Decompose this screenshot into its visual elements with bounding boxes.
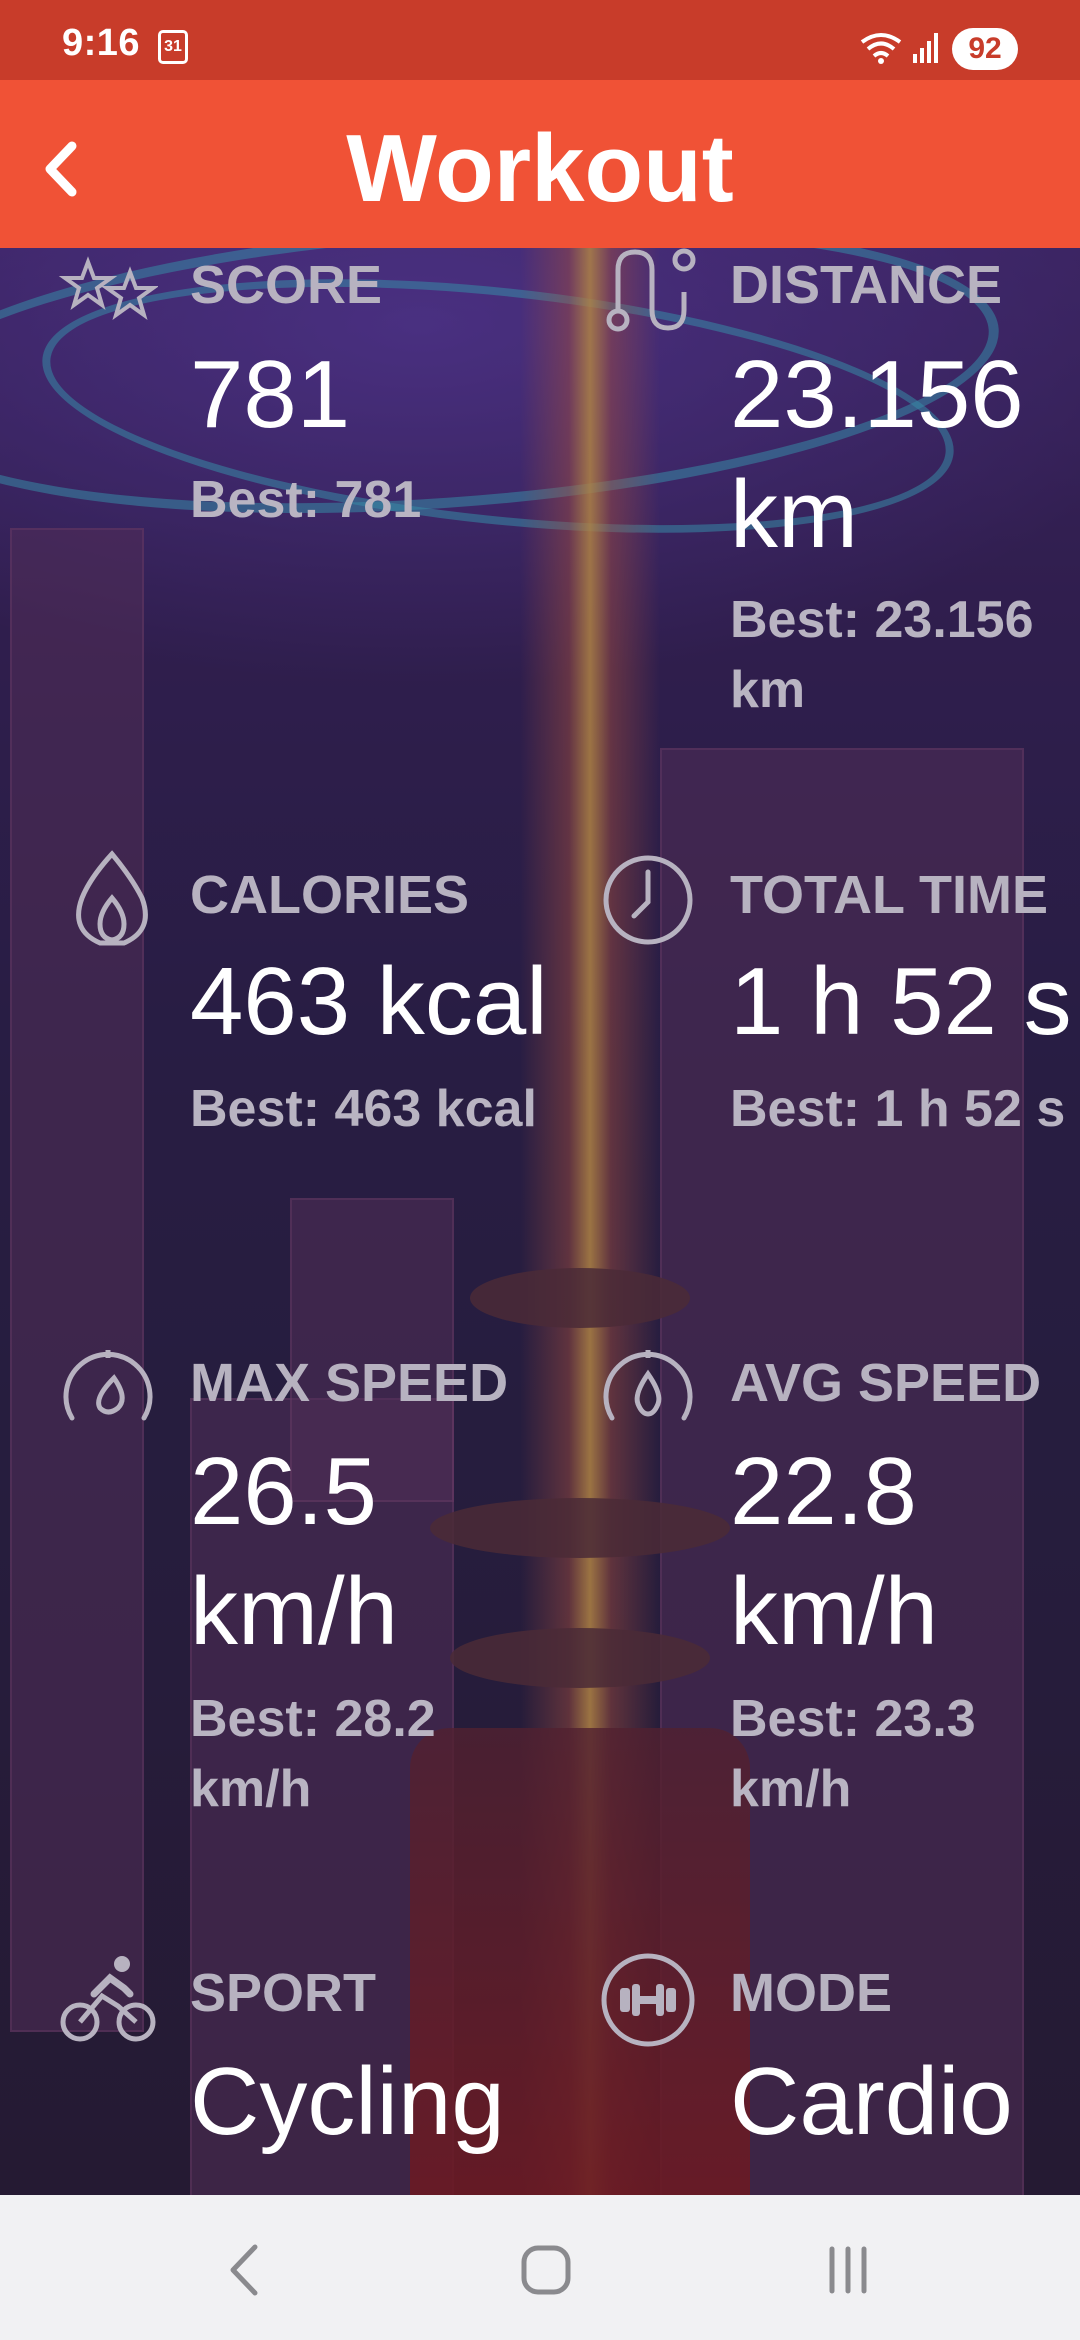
calories-label: CALORIES — [190, 865, 470, 925]
max-speed-value: 26.5 km/h — [190, 1438, 399, 1665]
nav-recents-icon[interactable] — [808, 2235, 888, 2305]
cyclist-icon — [60, 1956, 156, 2042]
distance-label: DISTANCE — [730, 255, 1003, 315]
nav-back-icon[interactable] — [205, 2235, 285, 2305]
dumbbell-icon — [601, 1953, 695, 2047]
status-time: 9:16 — [62, 22, 141, 64]
battery-badge: 92 — [952, 28, 1018, 70]
score-value: 781 — [190, 341, 351, 448]
total-time-label: TOTAL TIME — [730, 865, 1048, 925]
navigation-bar — [0, 2195, 1080, 2340]
page-title: Workout — [346, 115, 734, 222]
score-best: Best: 781 — [190, 471, 422, 529]
calories-best: Best: 463 kcal — [190, 1080, 537, 1138]
total-time-best: Best: 1 h 52 s — [730, 1080, 1066, 1138]
total-time-value: 1 h 52 s — [730, 948, 1072, 1055]
wifi-icon — [860, 33, 902, 64]
speedometer-drop-icon — [603, 1350, 693, 1421]
score-label: SCORE — [190, 255, 383, 315]
avg-speed-value: 22.8 km/h — [730, 1438, 939, 1665]
distance-best: Best: 23.156 km — [730, 591, 1034, 719]
nav-home-icon[interactable] — [506, 2235, 586, 2305]
calories-value: 463 kcal — [190, 948, 548, 1055]
sport-value: Cycling — [190, 2048, 505, 2155]
stars-icon — [58, 256, 158, 320]
mode-label: MODE — [730, 1963, 892, 2023]
app-bar: Workout — [0, 80, 1080, 248]
flame-icon — [76, 850, 148, 946]
mode-value: Cardio — [730, 2048, 1013, 2155]
avg-speed-label: AVG SPEED — [730, 1353, 1042, 1413]
calendar-icon: 31 — [158, 30, 188, 64]
max-speed-best: Best: 28.2 km/h — [190, 1690, 436, 1818]
clock-icon — [603, 855, 693, 945]
sport-label: SPORT — [190, 1963, 377, 2023]
route-icon — [606, 248, 696, 332]
speedometer-icon — [63, 1350, 153, 1421]
signal-icon — [913, 33, 938, 63]
max-speed-label: MAX SPEED — [190, 1353, 509, 1413]
distance-value: 23.156 km — [730, 341, 1024, 568]
avg-speed-best: Best: 23.3 km/h — [730, 1690, 976, 1818]
total-time-clip: 1 h 52 s Best: 1 h 52 s — [730, 935, 1080, 1215]
status-bar: 9:16 31 92 — [0, 0, 1080, 80]
